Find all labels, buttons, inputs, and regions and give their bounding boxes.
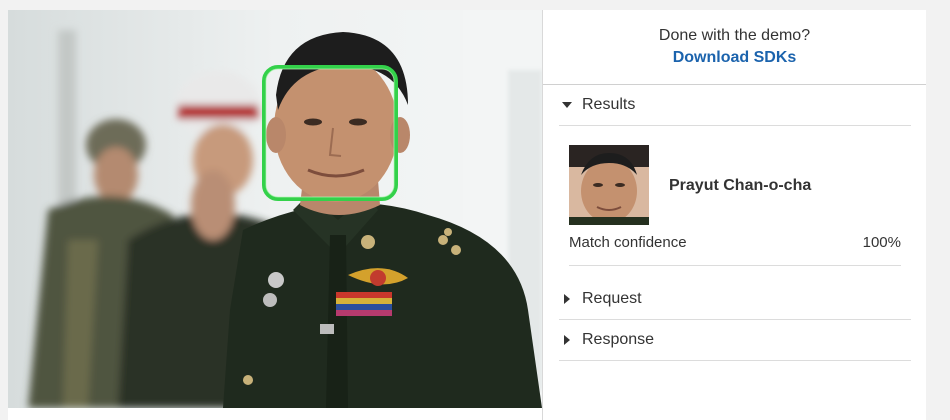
results-section: Results [559, 85, 911, 126]
caret-down-icon [559, 101, 575, 109]
caret-right-icon [559, 294, 575, 304]
demo-header: Done with the demo? Download SDKs [543, 10, 926, 85]
person-name: Prayut Chan-o-cha [669, 177, 812, 194]
results-body: Prayut Chan-o-cha Match confidence 100% [559, 126, 911, 266]
caret-right-icon [559, 335, 575, 345]
response-label: Response [582, 331, 655, 348]
analyzed-photo [8, 10, 542, 408]
request-toggle[interactable]: Request [559, 279, 911, 319]
match-confidence-label: Match confidence [569, 234, 687, 251]
results-label: Results [582, 96, 636, 113]
results-toggle[interactable]: Results [559, 85, 911, 125]
request-label: Request [582, 290, 642, 307]
photo-footer-strip [8, 408, 542, 420]
matched-face-thumbnail [569, 145, 649, 225]
download-sdks-link[interactable]: Download SDKs [673, 49, 797, 67]
match-confidence-row: Match confidence 100% [569, 232, 901, 266]
demo-prompt: Done with the demo? [658, 27, 811, 44]
response-section: Response [559, 320, 911, 361]
match-confidence-value: 100% [862, 234, 901, 251]
results-panel: Done with the demo? Download SDKs Result… [542, 10, 926, 420]
request-section: Request [559, 279, 911, 320]
response-toggle[interactable]: Response [559, 320, 911, 360]
